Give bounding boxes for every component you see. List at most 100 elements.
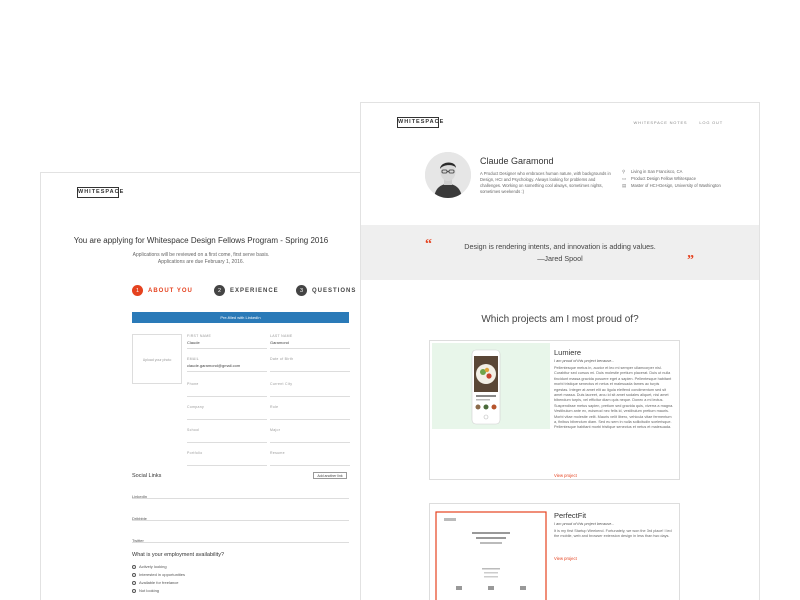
school-field[interactable]: School [187,428,267,443]
step-indicator: 1 ABOUT YOU 2 EXPERIENCE 3 QUESTIONS [132,285,355,299]
laptop-icon: ▭ [622,176,627,181]
step-about-you[interactable]: 1 ABOUT YOU [132,285,193,296]
project-description: Pellentesque metus in, auctor et leo mi … [554,366,674,430]
field-label: Date of Birth [270,357,294,361]
radio-interested[interactable]: Interested in opportunities [132,572,185,577]
step-questions[interactable]: 3 QUESTIONS [296,285,356,296]
radio-not-looking[interactable]: Not looking [132,588,159,593]
twitter-field[interactable]: Twitter [132,529,349,543]
whitespace-logo[interactable]: WHITESPACE [397,117,443,128]
nav-whitespace-notes[interactable]: WHITESPACE NOTES [634,120,688,125]
portfolio-field[interactable]: Portfolio [187,451,267,466]
application-note-1: Applications will be reviewed on a first… [132,252,270,258]
whitespace-logo[interactable]: WHITESPACE [77,187,123,198]
field-label: Current City [270,382,293,386]
field-label: LinkedIn [132,494,148,499]
radio-icon [132,572,136,577]
step-number: 2 [214,285,225,296]
field-label: LAST NAME [270,334,293,338]
view-project-link[interactable]: View project [554,556,577,561]
graduation-cap-icon: ▤ [622,183,627,188]
application-title: You are applying for Whitespace Design F… [73,236,329,245]
project-card-lumiere[interactable]: Lumiere I am proud of this project becau… [429,340,680,480]
fact-text: Master of HCI+Design, University of Wash… [631,183,721,188]
radio-icon [132,564,136,569]
project-proud-label: I am proud of this project because... [554,522,615,526]
linkedin-field[interactable]: LinkedIn [132,485,349,499]
field-value: Claude [187,340,200,345]
project-thumbnail [432,506,550,600]
profile-bio: A Product Designer who embraces human na… [480,171,611,194]
field-label: Phone [187,382,199,386]
phone-field[interactable]: Phone [187,382,267,397]
radio-label: Available for freelance [139,580,179,585]
field-label: Twitter [132,538,144,543]
field-label: Portfolio [187,451,203,455]
radio-freelance[interactable]: Available for freelance [132,580,179,585]
radio-actively-looking[interactable]: Actively looking [132,564,167,569]
prefill-linkedin-button[interactable]: Pre-filled with LinkedIn [132,312,349,323]
profile-name: Claude Garamond [480,156,554,166]
quote-section: “ Design is rendering intents, and innov… [361,225,759,280]
location-icon: ⚲ [622,169,626,174]
date-of-birth-field[interactable]: Date of Birth [270,357,350,372]
projects-heading: Which projects am I most proud of? [481,314,639,325]
application-note-2: Applications are due February 1, 2016. [157,259,245,265]
quote-author: —Jared Spool [537,254,583,263]
company-field[interactable]: Company [187,405,267,420]
project-description: It is my first Startup Weekend. Fortunat… [554,529,672,539]
radio-label: Interested in opportunities [139,572,186,577]
email-field[interactable]: EMAIL claude.garamond@gmail.com [187,357,267,372]
resume-field[interactable]: Resume [270,451,350,466]
avatar [425,152,471,198]
fact-education: ▤ Master of HCI+Design, University of Wa… [622,183,732,189]
project-card-perfectfit[interactable]: PerfectFit I am proud of this project be… [429,503,680,600]
radio-label: Not looking [139,588,160,593]
last-name-field[interactable]: LAST NAME Garamond [270,334,350,349]
step-label: ABOUT YOU [148,287,193,294]
close-quote-icon: ” [687,253,694,268]
nav-log-out[interactable]: LOG OUT [699,120,723,125]
project-title: Lumiere [554,348,582,357]
add-link-button[interactable]: Add another link [313,472,347,479]
major-field[interactable]: Major [270,428,350,443]
profile-facts: ⚲ Living in San Francisco, CA ▭ Product … [622,169,732,190]
field-label: FIRST NAME [187,334,212,338]
field-value: claude.garamond@gmail.com [187,363,241,368]
fact-location: ⚲ Living in San Francisco, CA [622,169,732,175]
field-label: School [187,428,200,432]
fact-text: Product Design Fellow Whitespace [631,176,696,181]
role-field[interactable]: Role [270,405,350,420]
field-value: Garamond [270,340,289,345]
step-label: EXPERIENCE [230,287,279,294]
radio-icon [132,588,136,593]
step-label: QUESTIONS [312,287,357,294]
field-label: Major [270,428,281,432]
top-nav: WHITESPACE NOTES LOG OUT [634,120,723,125]
step-number: 3 [296,285,307,296]
field-label: Dribbble [132,516,147,521]
field-label: EMAIL [187,357,200,361]
phone-mockup-image [471,349,501,425]
project-title: PerfectFit [554,511,587,520]
current-city-field[interactable]: Current City [270,382,350,397]
fact-text: Living in San Francisco, CA [631,169,683,174]
dribbble-field[interactable]: Dribbble [132,507,349,521]
upload-photo-box[interactable]: Upload your photo [132,334,182,384]
application-form-window: WHITESPACE You are applying for Whitespa… [40,172,362,600]
social-links-heading: Social Links [132,473,162,479]
project-thumbnail [432,343,550,429]
step-number: 1 [132,285,143,296]
view-project-link[interactable]: View project [554,473,577,478]
first-name-field[interactable]: FIRST NAME Claude [187,334,267,349]
fact-work: ▭ Product Design Fellow Whitespace [622,176,732,182]
application-subtitle: Applications will be reviewed on a first… [41,252,361,266]
radio-icon [132,580,136,585]
field-label: Company [187,405,205,409]
quote-text: Design is rendering intents, and innovat… [464,242,656,251]
field-label: Resume [270,451,285,455]
project-proud-label: I am proud of this project because... [554,359,615,363]
profile-window: WHITESPACE WHITESPACE NOTES LOG OUT Clau… [360,102,760,600]
step-experience[interactable]: 2 EXPERIENCE [214,285,279,296]
employment-heading: What is your employment availability? [132,552,225,558]
